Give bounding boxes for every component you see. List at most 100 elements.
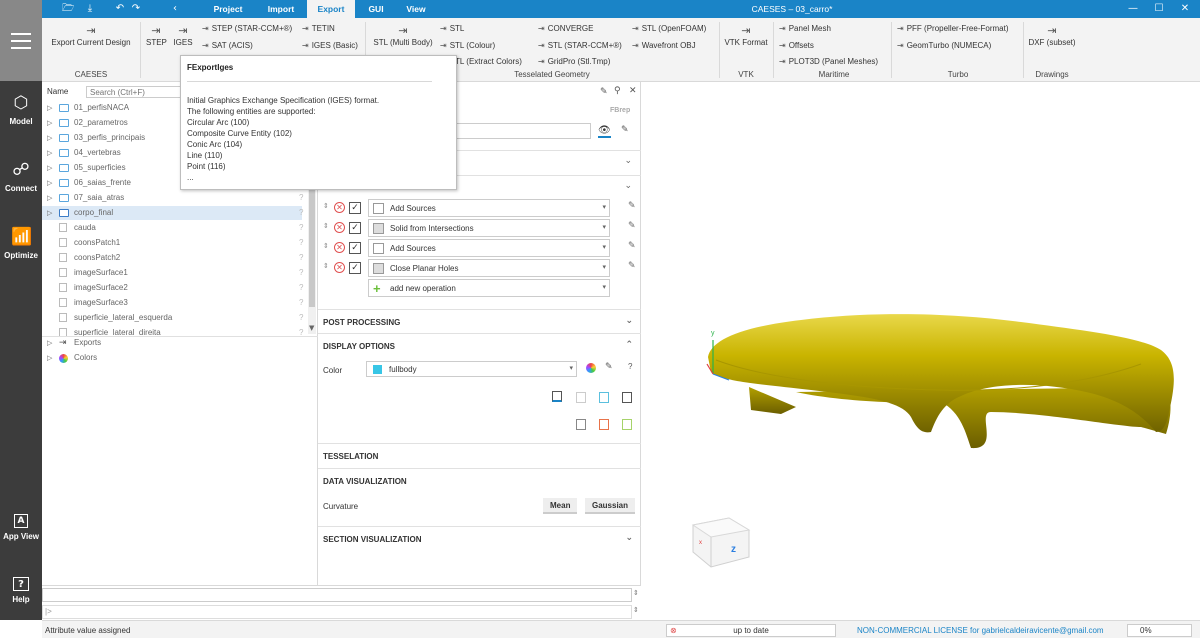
stl-starccm-button[interactable]: ⇥ STL (STAR-CCM+®) [538, 41, 622, 51]
gaussian-curvature-button[interactable]: Gaussian [585, 498, 636, 514]
enabled-checkbox[interactable]: ✓ [349, 242, 361, 254]
enabled-checkbox[interactable]: ✓ [349, 262, 361, 274]
section-section-visualization[interactable]: SECTION VISUALIZATION ⌄ [318, 526, 641, 550]
expand-icon[interactable]: ▷ [47, 206, 53, 220]
plot3d-button[interactable]: ⇥ PLOT3D (Panel Meshes) [779, 57, 878, 67]
stl-colour-button[interactable]: ⇥ STL (Colour) [440, 41, 495, 51]
expand-icon[interactable]: ▷ [47, 161, 53, 175]
display-mode-icon[interactable] [576, 419, 586, 430]
color-wheel-icon[interactable] [586, 363, 596, 373]
tree-item[interactable]: imageSurface3? [42, 296, 303, 310]
reorder-icon[interactable]: ⇕ [323, 262, 329, 270]
expand-icon[interactable]: ▷ [47, 351, 53, 365]
converge-button[interactable]: ⇥ CONVERGE [538, 24, 594, 34]
panel-mesh-button[interactable]: ⇥ Panel Mesh [779, 24, 831, 34]
minimize-button[interactable]: — [1122, 0, 1144, 18]
help-icon[interactable]: ? [299, 191, 303, 205]
section-display-options[interactable]: DISPLAY OPTIONS ⌃ [318, 333, 641, 357]
expand-icon[interactable]: ▷ [47, 116, 53, 130]
help-icon[interactable]: ? [299, 236, 303, 250]
folder-open-icon[interactable]: 🗁 [62, 3, 74, 15]
edit-icon[interactable]: ✎ [628, 221, 636, 231]
expand-icon[interactable]: ▷ [47, 191, 53, 205]
geomturbo-button[interactable]: ⇥ GeomTurbo (NUMECA) [897, 41, 991, 51]
display-mode-icon[interactable] [599, 419, 609, 430]
vtk-format-button[interactable]: ⇥ VTK Format [723, 24, 769, 47]
expand-icon[interactable]: ▷ [47, 131, 53, 145]
help-icon[interactable]: ? [628, 362, 632, 371]
nav-connect[interactable]: ☍ Connect [0, 160, 42, 193]
edit-icon[interactable]: ✎ [600, 87, 608, 97]
tree-item[interactable]: coonsPatch1? [42, 236, 303, 250]
tree-item[interactable]: imageSurface1? [42, 266, 303, 280]
help-icon[interactable]: ? [299, 206, 303, 220]
display-mode-icon[interactable] [622, 419, 632, 430]
nav-model[interactable]: ⬡ Model [0, 93, 42, 126]
step-button[interactable]: ⇥ STEP [146, 24, 167, 47]
color-select[interactable]: fullbody ▾ [366, 361, 577, 377]
up-to-date-indicator[interactable]: ⊗ up to date [666, 624, 836, 637]
section-post-processing[interactable]: POST PROCESSING ⌄ [318, 309, 641, 333]
tree-item-colors[interactable]: ▷ Colors [42, 351, 302, 365]
operation-row[interactable]: ⇕ ✕ ✓ Add Sources ▾ ✎ [318, 239, 641, 257]
tree-item[interactable]: ▷ 07_saia_atras? [42, 191, 303, 205]
close-button[interactable]: ✕ [1174, 0, 1196, 18]
section-data-visualization[interactable]: DATA VISUALIZATION [318, 468, 641, 492]
nav-app-view[interactable]: A App View [0, 514, 42, 541]
help-icon[interactable]: ? [299, 251, 303, 265]
expand-icon[interactable]: ▷ [47, 146, 53, 160]
scroll-arrows-icon[interactable]: ⇕ [633, 589, 639, 597]
stl-button[interactable]: ⇥ STL [440, 24, 464, 34]
operation-select[interactable]: Solid from Intersections ▾ [368, 219, 610, 237]
menu-project[interactable]: Project [207, 0, 249, 18]
iges-basic-button[interactable]: ⇥ IGES (Basic) [302, 41, 358, 51]
iges-button[interactable]: ⇥ IGES [172, 24, 194, 47]
add-new-operation-row[interactable]: + add new operation ▾ [318, 279, 641, 297]
command-output[interactable] [42, 588, 632, 602]
help-icon[interactable]: ? [299, 296, 303, 310]
menu-view[interactable]: View [400, 0, 432, 18]
mean-curvature-button[interactable]: Mean [543, 498, 578, 514]
expand-icon[interactable]: ▷ [47, 336, 53, 350]
reorder-icon[interactable]: ⇕ [323, 242, 329, 250]
view-cube[interactable]: z x [691, 517, 751, 568]
menu-gui[interactable]: GUI [360, 0, 392, 18]
tree-search-input[interactable] [86, 86, 186, 98]
visibility-eye-icon[interactable]: 👁 [598, 125, 611, 138]
operation-row[interactable]: ⇕ ✕ ✓ Solid from Intersections ▾ ✎ [318, 219, 641, 237]
help-icon[interactable]: ? [299, 281, 303, 295]
chevron-down-icon[interactable]: ⌄ [624, 181, 632, 191]
add-new-operation-select[interactable]: + add new operation ▾ [368, 279, 610, 297]
nav-optimize[interactable]: 📶 Optimize [0, 227, 42, 260]
dxf-button[interactable]: ⇥ DXF (subset) [1027, 24, 1077, 47]
close-icon[interactable]: ✕ [629, 86, 637, 96]
menu-export[interactable]: Export [307, 0, 355, 18]
edit-icon[interactable]: ✎ [628, 201, 636, 211]
edit-icon[interactable]: ✎ [628, 241, 636, 251]
section-tesselation[interactable]: TESSELATION [318, 443, 641, 467]
stl-openfoam-button[interactable]: ⇥ STL (OpenFOAM) [632, 24, 706, 34]
remove-icon[interactable]: ✕ [334, 202, 345, 213]
expand-icon[interactable]: ▷ [47, 176, 53, 190]
tree-item[interactable]: imageSurface2? [42, 281, 303, 295]
tetin-button[interactable]: ⇥ TETIN [302, 24, 335, 34]
menu-import[interactable]: Import [260, 0, 302, 18]
tree-item[interactable]: ▷ corpo_final? [42, 206, 303, 220]
operation-row[interactable]: ⇕ ✕ ✓ Close Planar Holes ▾ ✎ [318, 259, 641, 277]
wavefront-obj-button[interactable]: ⇥ Wavefront OBJ [632, 41, 696, 51]
undo-icon[interactable]: ↶ [114, 3, 126, 15]
tree-item[interactable]: superficie_lateral_esquerda? [42, 311, 303, 325]
display-mode-icon[interactable] [622, 392, 632, 403]
export-current-design-button[interactable]: ⇥ Export Current Design [48, 24, 134, 47]
help-icon[interactable]: ? [299, 221, 303, 235]
reorder-icon[interactable]: ⇕ [323, 222, 329, 230]
edit-icon[interactable]: ✎ [621, 125, 629, 135]
sat-button[interactable]: ⇥ SAT (ACIS) [202, 41, 253, 51]
display-mode-icon[interactable] [576, 392, 586, 403]
expand-icon[interactable]: ▷ [47, 101, 53, 115]
help-icon[interactable]: ? [299, 266, 303, 280]
operation-row[interactable]: ⇕ ✕ ✓ Add Sources ▾ ✎ [318, 199, 641, 217]
offsets-button[interactable]: ⇥ Offsets [779, 41, 814, 51]
tree-item[interactable]: cauda? [42, 221, 303, 235]
tree-item-exports[interactable]: ▷ ⇥ Exports [42, 336, 302, 350]
